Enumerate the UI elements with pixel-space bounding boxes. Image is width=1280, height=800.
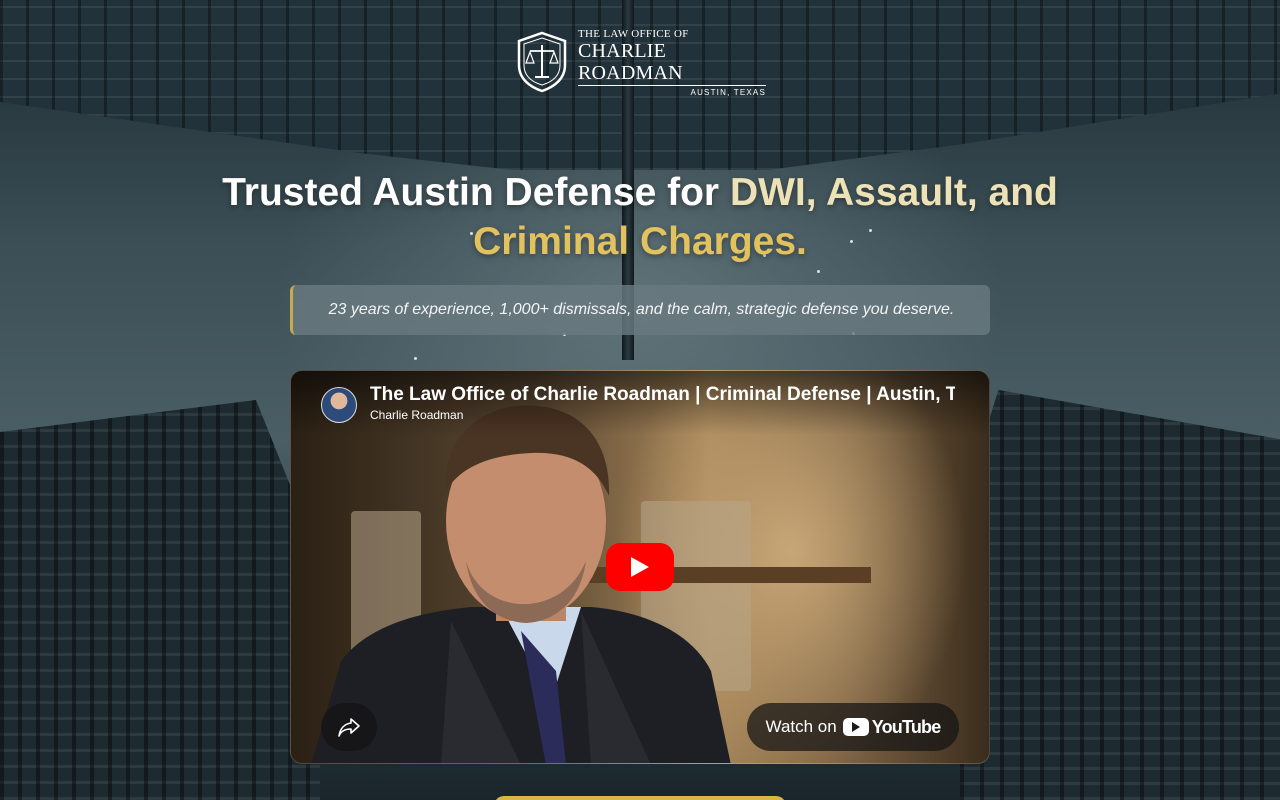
hero-headline: Trusted Austin Defense for DWI, Assault,… (180, 168, 1100, 266)
sparkle (414, 357, 417, 360)
headline-part-2: DWI, Assault, and (729, 171, 1058, 214)
video-title[interactable]: The Law Office of Charlie Roadman | Crim… (370, 384, 955, 406)
hero-subheadline: 23 years of experience, 1,000+ dismissal… (328, 301, 955, 318)
background-building-right (960, 390, 1280, 800)
share-icon (338, 718, 360, 737)
sparkle (817, 270, 820, 273)
channel-avatar[interactable] (321, 387, 357, 423)
play-icon (631, 557, 649, 577)
youtube-wordmark: YouTube (871, 716, 942, 737)
background-building-left (0, 400, 320, 800)
cta-button-peek[interactable] (494, 796, 786, 800)
youtube-video-embed[interactable]: The Law Office of Charlie Roadman | Crim… (290, 370, 990, 764)
watch-on-youtube-button[interactable]: Watch on YouTube (747, 703, 959, 751)
scales-of-justice-shield-icon (517, 31, 567, 93)
play-button[interactable] (606, 543, 674, 591)
headline-part-1: Trusted Austin Defense for (222, 171, 730, 214)
watch-on-label: Watch on (765, 717, 837, 736)
site-logo[interactable]: THE LAW OFFICE OF CHARLIE ROADMAN AUSTIN… (516, 27, 766, 97)
logo-line-2: CHARLIE ROADMAN (578, 39, 683, 84)
video-channel-name[interactable]: Charlie Roadman (370, 408, 463, 422)
headline-part-3: Criminal Charges. (473, 220, 807, 263)
logo-line-1: THE LAW OFFICE OF (578, 27, 689, 40)
youtube-icon (842, 718, 869, 736)
share-button[interactable] (321, 703, 377, 751)
logo-line-3: AUSTIN, TEXAS (578, 84, 766, 97)
youtube-logo: YouTube (842, 716, 942, 738)
hero-subheadline-box: 23 years of experience, 1,000+ dismissal… (290, 285, 990, 335)
